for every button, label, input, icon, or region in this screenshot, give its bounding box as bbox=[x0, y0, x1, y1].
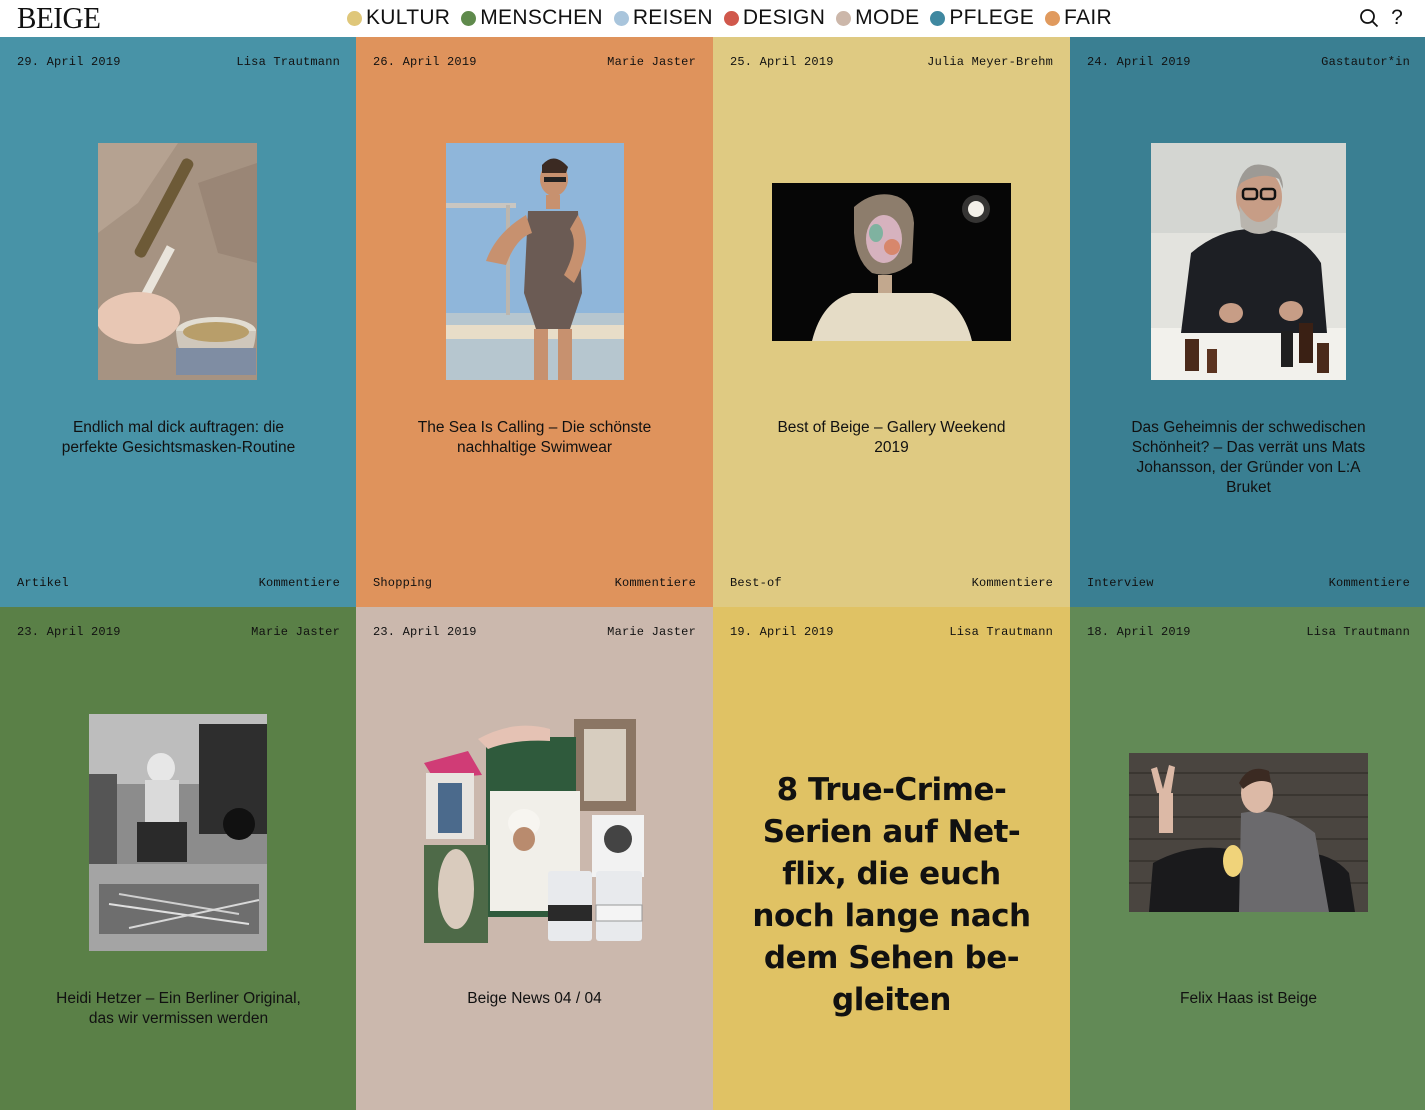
felix-haas-photo[interactable] bbox=[1129, 753, 1368, 912]
card-date: 29. April 2019 bbox=[17, 55, 121, 69]
card-meta: 26. April 2019 Marie Jaster bbox=[373, 55, 696, 69]
card-title[interactable]: Best of Beige – Gallery Weekend 2019 bbox=[763, 418, 1020, 458]
card-date: 18. April 2019 bbox=[1087, 625, 1191, 639]
gallery-weekend-photo[interactable] bbox=[772, 183, 1011, 341]
header-tools: ? bbox=[1355, 4, 1411, 32]
card-date: 24. April 2019 bbox=[1087, 55, 1191, 69]
article-card[interactable]: 26. April 2019 Marie Jaster The Sea Is Ca… bbox=[356, 37, 713, 607]
card-title[interactable]: Felix Haas ist Beige bbox=[1120, 989, 1377, 1009]
card-date: 23. April 2019 bbox=[373, 625, 477, 639]
article-card[interactable]: 19. April 2019 Lisa Trautmann 8 True-Crim… bbox=[713, 607, 1070, 1110]
card-author[interactable]: Marie Jaster bbox=[251, 625, 340, 639]
card-meta: 19. April 2019 Lisa Trautmann bbox=[730, 625, 1053, 639]
search-icon[interactable] bbox=[1355, 4, 1383, 32]
card-category[interactable]: Best-of bbox=[730, 576, 782, 590]
card-author[interactable]: Lisa Trautmann bbox=[949, 625, 1053, 639]
card-author[interactable]: Gastautor*in bbox=[1321, 55, 1410, 69]
beige-news-collage[interactable] bbox=[424, 719, 646, 945]
card-meta: 23. April 2019 Marie Jaster bbox=[373, 625, 696, 639]
card-author[interactable]: Marie Jaster bbox=[607, 55, 696, 69]
card-meta: 18. April 2019 Lisa Trautmann bbox=[1087, 625, 1410, 639]
nav-label: MODE bbox=[855, 6, 920, 29]
category-dot-icon bbox=[347, 10, 362, 26]
nav-item-reisen[interactable]: REISEN bbox=[613, 6, 713, 30]
help-button[interactable]: ? bbox=[1383, 4, 1411, 32]
nav-label: FAIR bbox=[1064, 6, 1112, 29]
article-grid: 29. April 2019 Lisa Trautmann Endlich mal… bbox=[0, 37, 1425, 1110]
card-footer: Shopping Kommentiere bbox=[373, 576, 696, 590]
nav-label: KULTUR bbox=[366, 6, 451, 29]
comment-link[interactable]: Kommentiere bbox=[972, 576, 1053, 590]
article-card[interactable]: 24. April 2019 Gastautor*in Das Geheimni… bbox=[1070, 37, 1425, 607]
card-title[interactable]: The Sea Is Calling – Die schönste nachha… bbox=[406, 418, 663, 458]
card-category[interactable]: Interview bbox=[1087, 576, 1154, 590]
comment-link[interactable]: Kommentiere bbox=[1329, 576, 1410, 590]
category-dot-icon bbox=[930, 10, 946, 26]
card-meta: 23. April 2019 Marie Jaster bbox=[17, 625, 340, 639]
card-meta: 24. April 2019 Gastautor*in bbox=[1087, 55, 1410, 69]
card-title[interactable]: Heidi Hetzer – Ein Berliner Original, da… bbox=[50, 989, 307, 1029]
card-author[interactable]: Lisa Trautmann bbox=[236, 55, 340, 69]
card-headline[interactable]: 8 True-Crime-Serien auf Net-flix, die eu… bbox=[741, 769, 1042, 1021]
card-footer: Best-of Kommentiere bbox=[730, 576, 1053, 590]
nav-label: PFLEGE bbox=[949, 6, 1035, 29]
card-footer: Artikel Kommentiere bbox=[17, 576, 340, 590]
article-card[interactable]: 23. April 2019 Marie Jaster Heidi Hetzer … bbox=[0, 607, 357, 1110]
card-date: 23. April 2019 bbox=[17, 625, 121, 639]
swimwear-photo[interactable] bbox=[446, 143, 624, 380]
card-title[interactable]: Endlich mal dick auftragen: die perfekte… bbox=[50, 418, 307, 458]
card-date: 19. April 2019 bbox=[730, 625, 834, 639]
article-card[interactable]: 25. April 2019 Julia Meyer-Brehm Best of … bbox=[713, 37, 1070, 607]
nav-label: MENSCHEN bbox=[480, 6, 603, 29]
top-bar: BEIGE KULTUR MENSCHEN REISEN DESIGN MODE… bbox=[0, 0, 1425, 37]
face-mask-brush-photo[interactable] bbox=[98, 143, 257, 380]
card-author[interactable]: Marie Jaster bbox=[607, 625, 696, 639]
heidi-hetzer-photo[interactable] bbox=[89, 714, 267, 951]
nav-label: REISEN bbox=[632, 6, 713, 29]
category-dot-icon bbox=[613, 10, 629, 26]
category-dot-icon bbox=[461, 10, 477, 26]
card-category[interactable]: Shopping bbox=[373, 576, 432, 590]
comment-link[interactable]: Kommentiere bbox=[259, 576, 340, 590]
card-title[interactable]: Beige News 04 / 04 bbox=[406, 989, 663, 1009]
nav-label: DESIGN bbox=[742, 6, 826, 29]
card-footer: Interview Kommentiere bbox=[1087, 576, 1410, 590]
card-date: 26. April 2019 bbox=[373, 55, 477, 69]
card-author[interactable]: Lisa Trautmann bbox=[1306, 625, 1410, 639]
nav-item-mode[interactable]: MODE bbox=[836, 6, 919, 30]
category-dot-icon bbox=[836, 10, 852, 26]
nav-item-design[interactable]: DESIGN bbox=[723, 6, 826, 30]
nav-item-pflege[interactable]: PFLEGE bbox=[930, 6, 1034, 30]
card-title[interactable]: Das Geheimnis der schwedischen Schönheit… bbox=[1120, 418, 1377, 498]
card-meta: 25. April 2019 Julia Meyer-Brehm bbox=[730, 55, 1053, 69]
category-dot-icon bbox=[723, 10, 739, 26]
nav-item-fair[interactable]: FAIR bbox=[1045, 6, 1112, 30]
card-meta: 29. April 2019 Lisa Trautmann bbox=[17, 55, 340, 69]
logo[interactable]: BEIGE bbox=[17, 2, 101, 34]
main-nav: KULTUR MENSCHEN REISEN DESIGN MODE PFLEG… bbox=[347, 5, 1123, 31]
comment-link[interactable]: Kommentiere bbox=[615, 576, 696, 590]
nav-item-kultur[interactable]: KULTUR bbox=[347, 6, 450, 30]
article-card[interactable]: 23. April 2019 Marie Jaster Beige News 0… bbox=[356, 607, 713, 1110]
article-card[interactable]: 29. April 2019 Lisa Trautmann Endlich mal… bbox=[0, 37, 357, 607]
card-author[interactable]: Julia Meyer-Brehm bbox=[927, 55, 1053, 69]
category-dot-icon bbox=[1045, 10, 1061, 26]
mats-johansson-photo[interactable] bbox=[1151, 143, 1346, 380]
article-card[interactable]: 18. April 2019 Lisa Trautmann Felix Haas … bbox=[1070, 607, 1425, 1110]
card-category[interactable]: Artikel bbox=[17, 576, 69, 590]
nav-item-menschen[interactable]: MENSCHEN bbox=[461, 6, 603, 30]
card-date: 25. April 2019 bbox=[730, 55, 834, 69]
